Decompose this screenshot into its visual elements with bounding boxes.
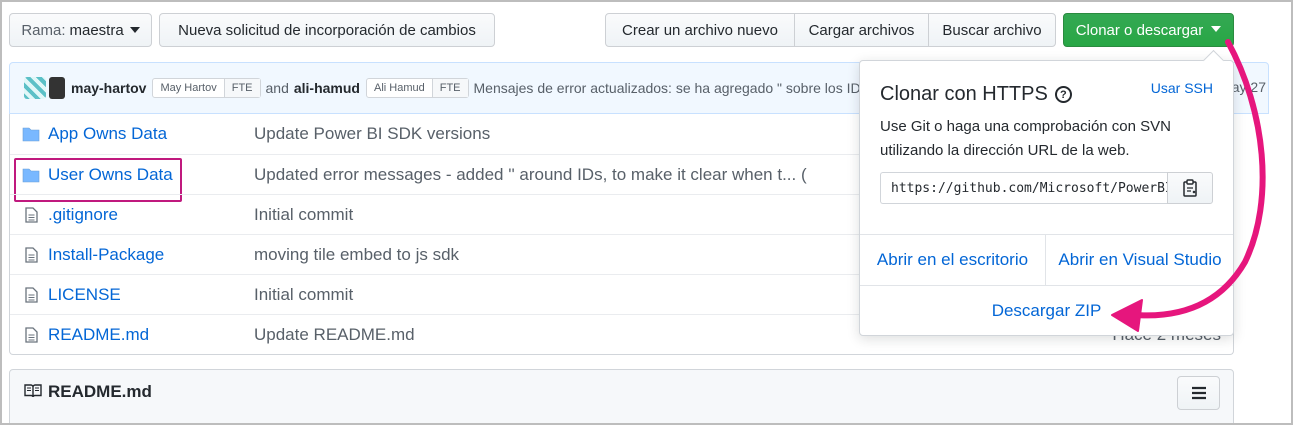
readme-menu-button[interactable] bbox=[1177, 376, 1220, 410]
author-tag-name: May Hartov bbox=[160, 82, 217, 94]
file-commit-message[interactable]: Initial commit bbox=[254, 205, 353, 225]
file-commit-message[interactable]: Updated error messages - added '' around… bbox=[254, 165, 807, 185]
folder-icon bbox=[22, 127, 40, 142]
file-commit-message[interactable]: Update README.md bbox=[254, 325, 415, 345]
clone-dropdown: Clonar con HTTPS ? Usar SSH Use Git o ha… bbox=[859, 60, 1234, 336]
branch-selector-button[interactable]: Rama: maestra bbox=[9, 13, 152, 47]
upload-files-button[interactable]: Cargar archivos bbox=[794, 13, 929, 47]
new-pull-request-button[interactable]: Nueva solicitud de incorporación de camb… bbox=[159, 13, 495, 47]
commit-message-link[interactable]: Mensajes de error actualizados: se ha ag… bbox=[474, 80, 873, 96]
commit-date: ay 27 bbox=[1231, 79, 1266, 95]
avatar[interactable] bbox=[49, 77, 65, 99]
find-file-button[interactable]: Buscar archivo bbox=[928, 13, 1056, 47]
file-icon bbox=[25, 207, 38, 223]
clone-download-button[interactable]: Clonar o descargar bbox=[1063, 13, 1234, 47]
clone-url-input[interactable] bbox=[880, 172, 1168, 204]
author-tag: May Hartov FTE bbox=[152, 78, 261, 98]
commit-author-link[interactable]: may-hartov bbox=[71, 80, 146, 96]
readme-header: README.md bbox=[9, 369, 1234, 425]
open-visual-studio-button[interactable]: Abrir en Visual Studio bbox=[1046, 235, 1234, 285]
file-name-link[interactable]: .gitignore bbox=[48, 205, 118, 225]
readme-title: README.md bbox=[48, 382, 152, 401]
and-text: and bbox=[265, 80, 289, 96]
file-icon bbox=[25, 287, 38, 303]
fte-badge: FTE bbox=[431, 79, 468, 97]
download-zip-button[interactable]: Descargar ZIP bbox=[860, 286, 1233, 336]
file-name-link[interactable]: App Owns Data bbox=[48, 124, 167, 144]
open-in-actions: Abrir en el escritorio Abrir en Visual S… bbox=[860, 234, 1233, 286]
file-name-link[interactable]: Install-Package bbox=[48, 245, 164, 265]
caret-down-icon bbox=[1211, 26, 1222, 32]
help-icon[interactable]: ? bbox=[1054, 86, 1072, 103]
commit-coauthor-link[interactable]: ali-hamud bbox=[294, 80, 360, 96]
file-commit-message[interactable]: Update Power BI SDK versions bbox=[254, 124, 490, 144]
file-commit-message[interactable]: moving tile embed to js sdk bbox=[254, 245, 459, 265]
fte-badge: FTE bbox=[223, 79, 260, 97]
clone-popover-title: Clonar con HTTPS bbox=[880, 83, 1048, 105]
copy-url-button[interactable] bbox=[1167, 172, 1213, 204]
file-name-link[interactable]: LICENSE bbox=[48, 285, 121, 305]
caret-down-icon bbox=[129, 27, 140, 33]
create-file-button[interactable]: Crear un archivo nuevo bbox=[605, 13, 795, 47]
clone-description: Use Git o haga una comprobación con SVN … bbox=[880, 118, 1171, 159]
author-tag: Ali Hamud FTE bbox=[365, 78, 469, 98]
branch-prefix: Rama: bbox=[21, 21, 66, 39]
clipboard-icon bbox=[1183, 179, 1197, 197]
branch-name: maestra bbox=[69, 21, 124, 39]
use-ssh-link[interactable]: Usar SSH bbox=[1151, 80, 1213, 96]
file-icon bbox=[25, 247, 38, 263]
file-icon bbox=[25, 327, 38, 343]
author-tag-name: Ali Hamud bbox=[373, 82, 425, 94]
hamburger-icon bbox=[1191, 386, 1206, 400]
file-name-link[interactable]: README.md bbox=[48, 325, 149, 345]
avatar[interactable] bbox=[24, 77, 46, 99]
clone-download-label: Clonar o descargar bbox=[1075, 21, 1204, 39]
file-commit-message[interactable]: Initial commit bbox=[254, 285, 353, 305]
clone-popover-title-row: Clonar con HTTPS ? bbox=[880, 83, 1072, 106]
open-desktop-button[interactable]: Abrir en el escritorio bbox=[860, 235, 1046, 285]
book-icon bbox=[24, 384, 42, 398]
